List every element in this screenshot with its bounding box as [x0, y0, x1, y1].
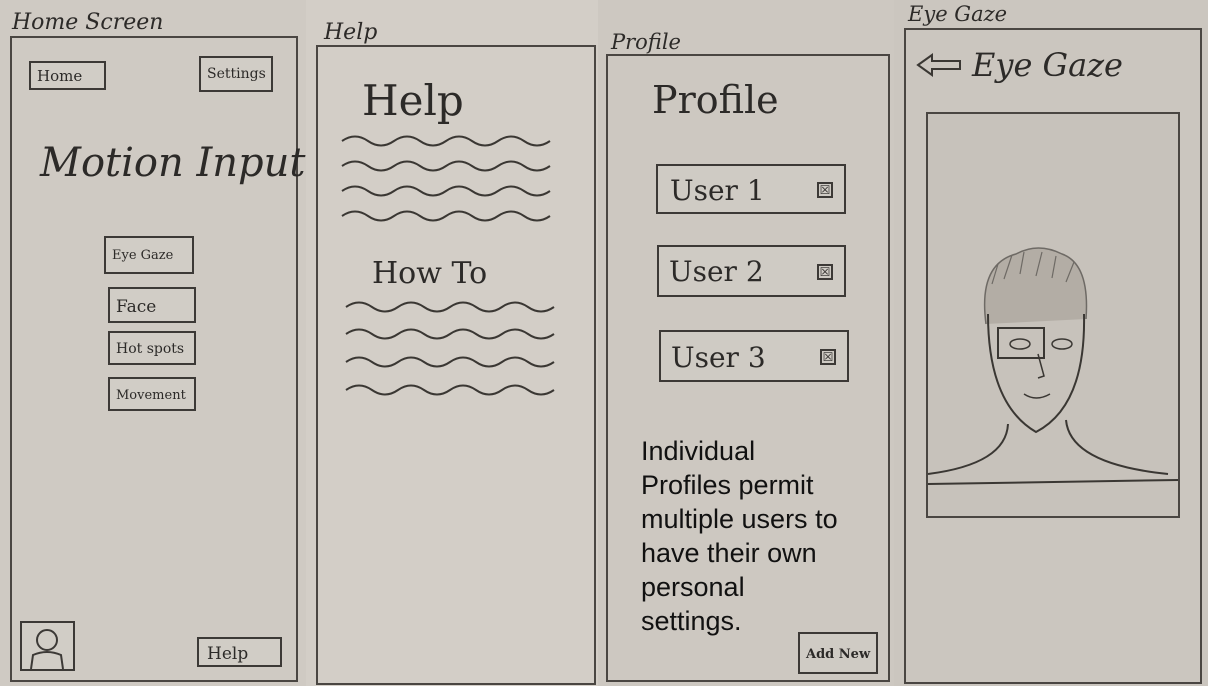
menu-eye-gaze-button[interactable]: Eye Gaze [104, 236, 194, 274]
home-button[interactable]: Home [29, 61, 106, 90]
home-button-label: Home [37, 67, 83, 85]
menu-face-button[interactable]: Face [108, 287, 196, 323]
screen-label: Home Screen [12, 10, 164, 35]
eye-gaze-heading: Eye Gaze [972, 46, 1123, 84]
add-new-label: Add New [806, 647, 871, 662]
menu-item-label: Hot spots [116, 341, 185, 357]
help-text-lines [341, 135, 551, 222]
menu-item-label: Eye Gaze [112, 248, 174, 263]
remove-user-icon[interactable]: ☒ [817, 182, 833, 198]
help-button-label: Help [207, 644, 249, 664]
remove-user-icon[interactable]: ☒ [820, 349, 836, 365]
menu-movement-button[interactable]: Movement [108, 377, 196, 411]
profile-button[interactable] [20, 621, 75, 671]
settings-button-label: Settings [207, 66, 266, 82]
app-title: Motion Input [40, 140, 306, 186]
eye-gaze-screen-sketch: Eye Gaze Eye Gaze [894, 0, 1208, 686]
user-2-row[interactable]: User 2 ☒ [657, 245, 846, 297]
screen-label: Help [324, 20, 378, 45]
arrow-left-icon[interactable] [916, 52, 962, 78]
help-heading: Help [362, 76, 464, 125]
user-3-row[interactable]: User 3 ☒ [659, 330, 849, 382]
screen-label: Profile [611, 30, 681, 54]
menu-hotspots-button[interactable]: Hot spots [108, 331, 196, 365]
face-sketch-icon [928, 247, 1178, 485]
home-screen-sketch: Home Screen Home Settings Motion Input E… [0, 0, 306, 686]
user-label: User 3 [671, 341, 766, 374]
user-1-row[interactable]: User 1 ☒ [656, 164, 846, 214]
settings-button[interactable]: Settings [199, 56, 273, 92]
camera-preview [926, 112, 1180, 518]
screen-label: Eye Gaze [908, 2, 1008, 26]
remove-user-icon[interactable]: ☒ [817, 264, 833, 280]
help-screen-sketch: Help Help How To [306, 0, 598, 686]
menu-item-label: Movement [116, 388, 186, 403]
user-label: User 2 [669, 255, 764, 288]
user-label: User 1 [670, 174, 765, 207]
profile-heading: Profile [652, 78, 779, 122]
how-to-text-lines [345, 301, 555, 396]
help-button[interactable]: Help [197, 637, 282, 667]
add-new-button[interactable]: Add New [798, 632, 878, 674]
person-icon [30, 629, 64, 670]
menu-item-label: Face [116, 297, 157, 317]
profiles-annotation: Individual Profiles permit multiple user… [641, 436, 838, 636]
how-to-heading: How To [372, 256, 488, 291]
